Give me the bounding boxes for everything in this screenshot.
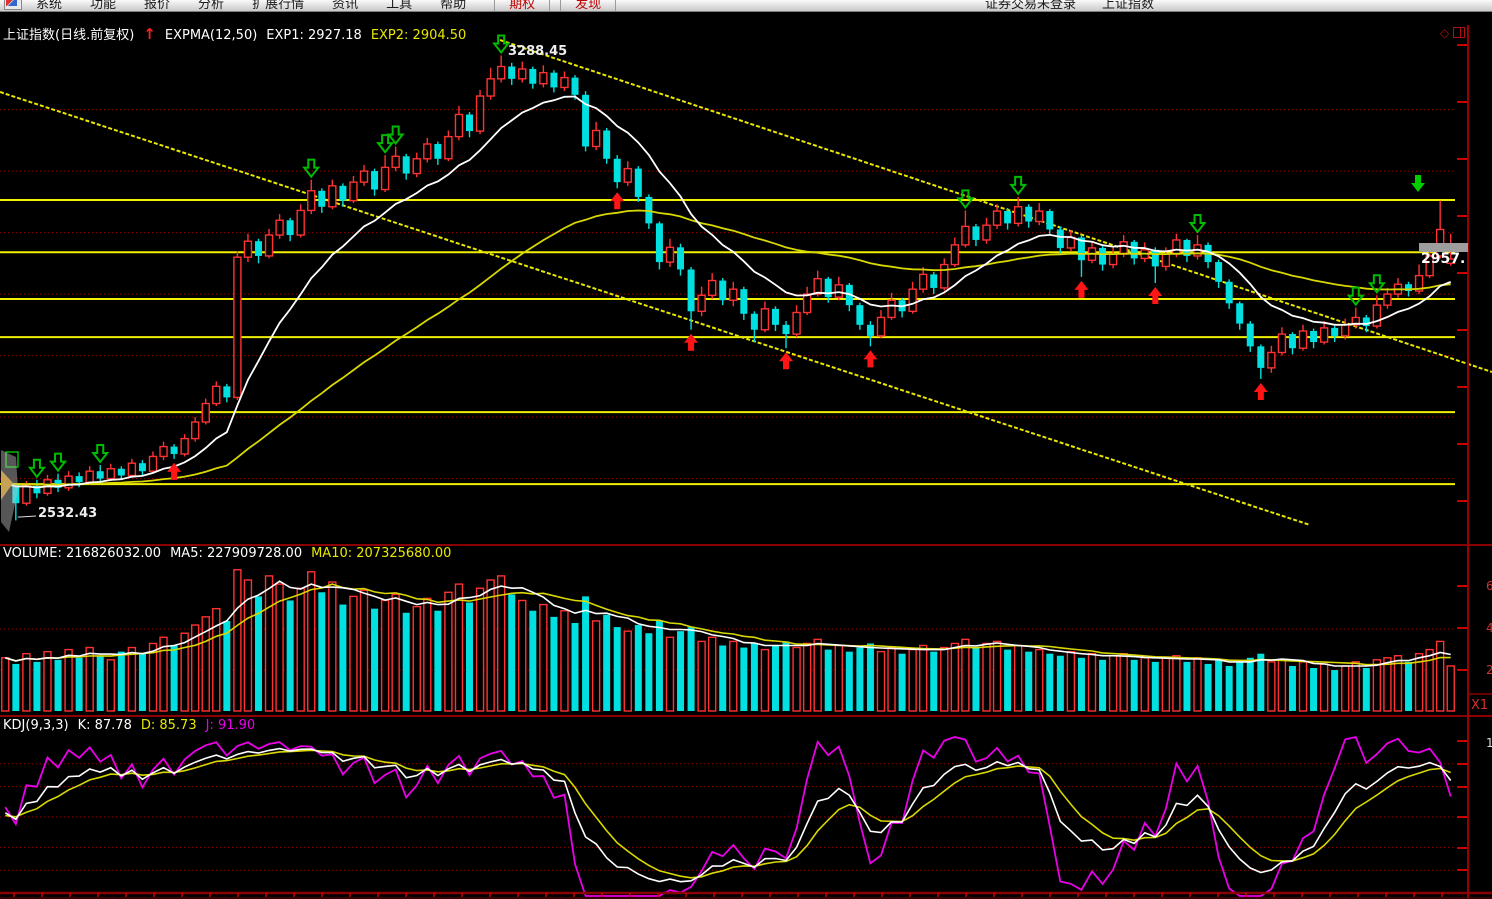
kdj-d-value: D: 85.73 xyxy=(141,718,197,733)
menu-item-help[interactable]: 帮助 xyxy=(440,0,466,12)
pane-window-controls: ◇ xyxy=(1440,26,1465,40)
low-price-label: 2532.43 xyxy=(38,506,97,521)
diamond-icon[interactable]: ◇ xyxy=(1440,26,1449,40)
kdj-j-value: J: 91.90 xyxy=(206,718,256,733)
main-chart-title-row: 上证指数(日线.前复权) ↑ EXPMA(12,50) EXP1: 2927.18 EX… xyxy=(3,24,475,43)
trading-terminal: { "menu_bar": { "items": ["系统", "功能", "报… xyxy=(0,0,1492,899)
kdj-indicator-name[interactable]: KDJ(9,3,3) xyxy=(3,718,69,733)
peak-price-label: 3288.45 xyxy=(508,44,567,59)
up-arrow-icon: ↑ xyxy=(143,25,156,43)
volume-scale-x1-label: X1 xyxy=(1471,698,1488,713)
menu-item-extended-quotes[interactable]: 扩展行情 xyxy=(252,0,304,12)
split-window-icon[interactable] xyxy=(1453,27,1465,38)
menu-item-analysis[interactable]: 分析 xyxy=(198,0,224,12)
exp1-value: EXP1: 2927.18 xyxy=(266,28,362,43)
volume-axis-label-2: 2 xyxy=(1486,663,1492,677)
indicator-name[interactable]: EXPMA(12,50) xyxy=(165,28,257,43)
kdj-axis-label: 1 xyxy=(1486,736,1492,750)
volume-value[interactable]: VOLUME: 216826032.00 xyxy=(3,546,161,561)
login-status: 证券交易未登录 上证指数 xyxy=(985,0,1180,12)
volume-ma10-value: MA10: 207325680.00 xyxy=(311,546,451,561)
exp2-value: EXP2: 2904.50 xyxy=(371,28,467,43)
menu-item-function[interactable]: 功能 xyxy=(90,0,116,12)
trade-login-status[interactable]: 证券交易未登录 xyxy=(985,0,1076,12)
app-logo-icon[interactable] xyxy=(4,0,22,10)
last-price-value: 2957. xyxy=(1421,251,1465,267)
kdj-title-row: KDJ(9,3,3) K: 87.78 D: 85.73 J: 91.90 xyxy=(3,718,264,733)
volume-ma5-value: MA5: 227909728.00 xyxy=(170,546,302,561)
menu-item-discover[interactable]: 发现 xyxy=(560,0,616,12)
chart-canvas[interactable] xyxy=(0,0,1492,899)
volume-axis-label-6: 6 xyxy=(1486,579,1492,593)
menu-item-options[interactable]: 期权 xyxy=(494,0,550,12)
symbol-title: 上证指数(日线.前复权) xyxy=(3,28,134,43)
menu-item-quotes[interactable]: 报价 xyxy=(144,0,170,12)
volume-title-row: VOLUME: 216826032.00 MA5: 227909728.00 MA1… xyxy=(3,546,460,561)
menu-item-news[interactable]: 资讯 xyxy=(332,0,358,12)
current-symbol: 上证指数 xyxy=(1102,0,1154,12)
menu-item-system[interactable]: 系统 xyxy=(36,0,62,12)
volume-axis-label-4: 4 xyxy=(1486,621,1492,635)
kdj-k-value: K: 87.78 xyxy=(78,718,132,733)
menu-item-tools[interactable]: 工具 xyxy=(386,0,412,12)
menu-bar: 系统 功能 报价 分析 扩展行情 资讯 工具 帮助 期权发现 证券交易未登录 上证指数 xyxy=(0,0,1492,12)
